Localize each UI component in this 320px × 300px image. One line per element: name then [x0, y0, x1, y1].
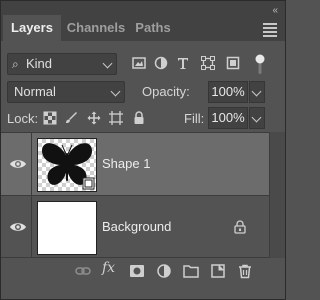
tab-channels[interactable]: Channels [63, 15, 129, 41]
smart-object-filter-icon[interactable] [226, 56, 240, 70]
blend-mode-value: Normal [14, 84, 56, 99]
fill-dropdown-button[interactable] [249, 107, 265, 129]
panel-menu-icon[interactable] [263, 23, 277, 37]
opacity-dropdown-button[interactable] [249, 81, 265, 103]
layer-name[interactable]: Background [102, 219, 171, 235]
adjustment-filter-icon[interactable] [154, 56, 168, 70]
collapse-panel-icon[interactable]: « [272, 5, 277, 16]
panel-tab-strip: « Layers Channels Paths [1, 1, 285, 41]
chevron-down-icon [251, 86, 262, 97]
layer-thumbnail[interactable] [37, 138, 97, 192]
visibility-divider [31, 133, 32, 195]
opacity-field[interactable]: 100% [208, 81, 248, 103]
new-fill-adjustment-icon[interactable] [156, 263, 172, 279]
add-mask-icon[interactable] [129, 263, 145, 279]
lock-all-icon[interactable] [132, 111, 146, 125]
layers-list: Shape 1 Background [1, 132, 269, 258]
layer-row-background[interactable]: Background [1, 195, 269, 258]
chevron-down-icon [102, 58, 113, 69]
tab-layers[interactable]: Layers [3, 15, 61, 41]
lock-artboard-icon[interactable] [109, 111, 123, 125]
lock-icon[interactable] [234, 220, 246, 234]
layer-row-shape-1[interactable]: Shape 1 [1, 132, 269, 195]
lock-position-icon[interactable] [87, 111, 101, 125]
layer-style-icon[interactable]: fx [102, 260, 122, 280]
blend-mode-select[interactable]: Normal [7, 81, 125, 103]
lock-transparent-pixels-icon[interactable] [43, 111, 57, 125]
fill-label: Fill: [184, 111, 205, 126]
pixel-filter-icon[interactable] [132, 56, 146, 70]
chevron-down-icon [110, 86, 121, 97]
fill-field[interactable]: 100% [208, 107, 248, 129]
search-icon: ⌕ [12, 57, 19, 71]
eye-icon[interactable] [9, 157, 27, 171]
tab-paths[interactable]: Paths [133, 15, 173, 41]
delete-layer-icon[interactable] [237, 263, 253, 279]
layers-scrollbar[interactable] [269, 132, 285, 258]
lock-label: Lock: [7, 111, 39, 126]
new-group-icon[interactable] [183, 263, 199, 279]
link-layers-icon[interactable] [75, 263, 91, 279]
layer-thumbnail[interactable] [37, 201, 97, 255]
new-layer-icon[interactable] [210, 263, 226, 279]
eye-icon[interactable] [9, 220, 27, 234]
lock-image-pixels-icon[interactable] [64, 111, 78, 125]
butterfly-shape-icon [42, 143, 95, 190]
chevron-down-icon [251, 112, 262, 123]
filter-toggle-icon[interactable] [255, 53, 265, 75]
opacity-label: Opacity: [142, 84, 190, 99]
filter-type-value: Kind [26, 56, 53, 71]
shape-filter-icon[interactable] [201, 56, 215, 70]
layer-name[interactable]: Shape 1 [102, 156, 150, 172]
type-filter-icon[interactable] [176, 56, 190, 70]
layers-panel: « Layers Channels Paths ⌕ Kind Normal Op… [0, 0, 286, 300]
visibility-divider [31, 196, 32, 258]
filter-type-select[interactable]: ⌕ Kind [7, 53, 117, 75]
